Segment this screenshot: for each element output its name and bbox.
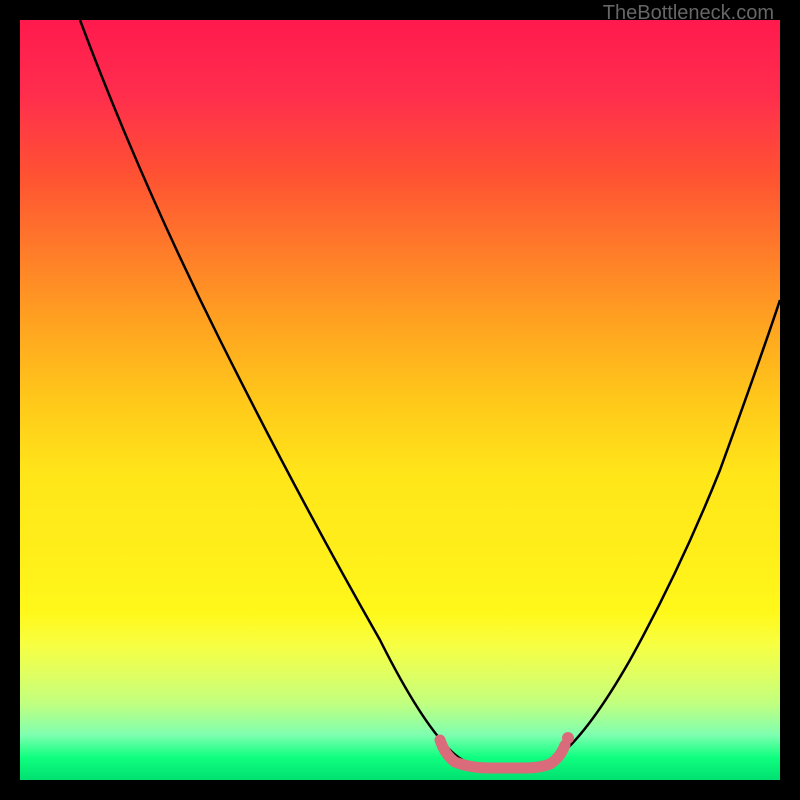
- bottleneck-curve: [80, 20, 780, 765]
- watermark-text: TheBottleneck.com: [603, 2, 774, 25]
- chart-container: TheBottleneck.com: [0, 0, 800, 800]
- highlight-dot: [562, 732, 574, 744]
- plot-area: [20, 20, 780, 780]
- highlight-region: [440, 740, 565, 768]
- chart-svg: [20, 20, 780, 780]
